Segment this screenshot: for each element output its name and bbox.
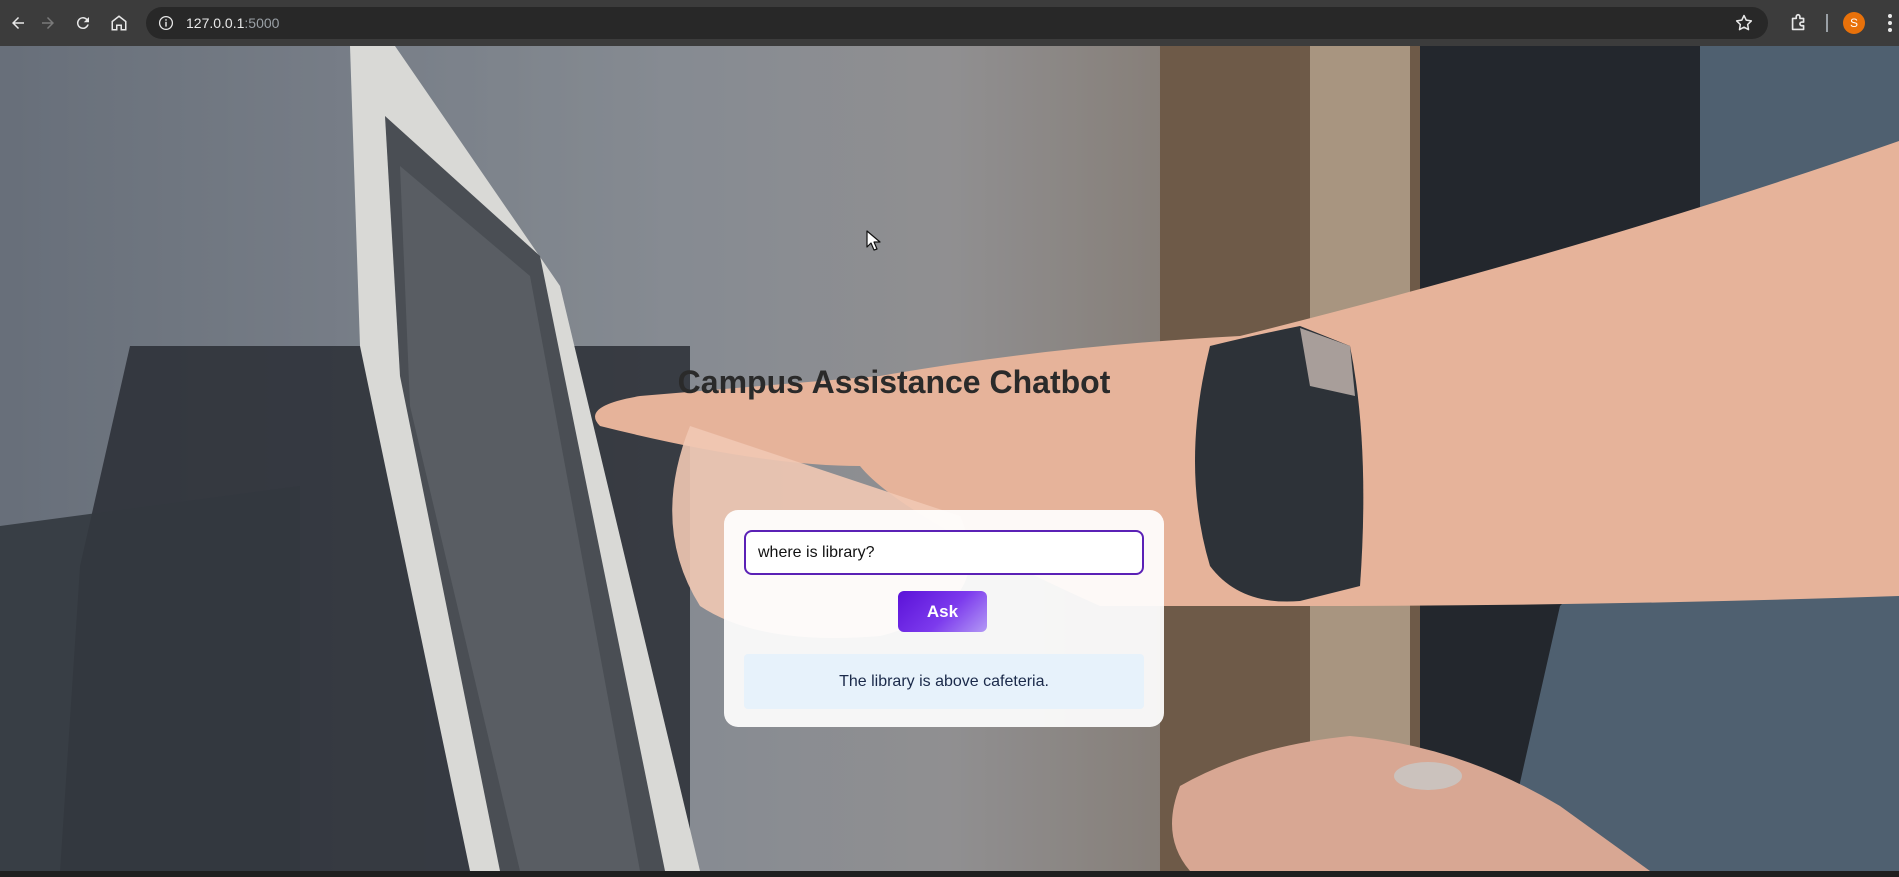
home-button[interactable] (101, 5, 137, 41)
page-viewport: Campus Assistance Chatbot where is libra… (0, 46, 1899, 871)
background-photo (0, 46, 1899, 871)
response-box: The library is above cafeteria. (744, 654, 1144, 709)
menu-icon[interactable] (1884, 12, 1896, 34)
question-input[interactable]: where is library? (744, 530, 1144, 575)
mouse-cursor-icon (866, 230, 881, 251)
profile-avatar[interactable]: S (1843, 12, 1865, 34)
page-title: Campus Assistance Chatbot (677, 364, 1111, 400)
ask-button[interactable]: Ask (898, 591, 987, 632)
reload-icon (76, 17, 89, 30)
url-port: :5000 (244, 15, 280, 31)
bottom-strip (0, 871, 1899, 877)
address-url: 127.0.0.1:5000 (186, 15, 279, 31)
site-info-icon[interactable] (156, 13, 176, 33)
bookmark-star-icon[interactable] (1734, 13, 1754, 33)
home-icon (111, 15, 127, 31)
reload-button[interactable] (65, 5, 101, 41)
address-bar[interactable]: 127.0.0.1:5000 (146, 7, 1768, 39)
browser-toolbar: 127.0.0.1:5000 S (0, 0, 1899, 46)
chat-card: where is library? Ask The library is abo… (724, 510, 1164, 727)
url-host: 127.0.0.1 (186, 15, 245, 31)
forward-button[interactable] (30, 5, 66, 41)
back-icon (12, 17, 24, 29)
extensions-icon[interactable] (1788, 12, 1810, 34)
forward-icon (42, 17, 54, 29)
toolbar-divider (1826, 14, 1828, 32)
